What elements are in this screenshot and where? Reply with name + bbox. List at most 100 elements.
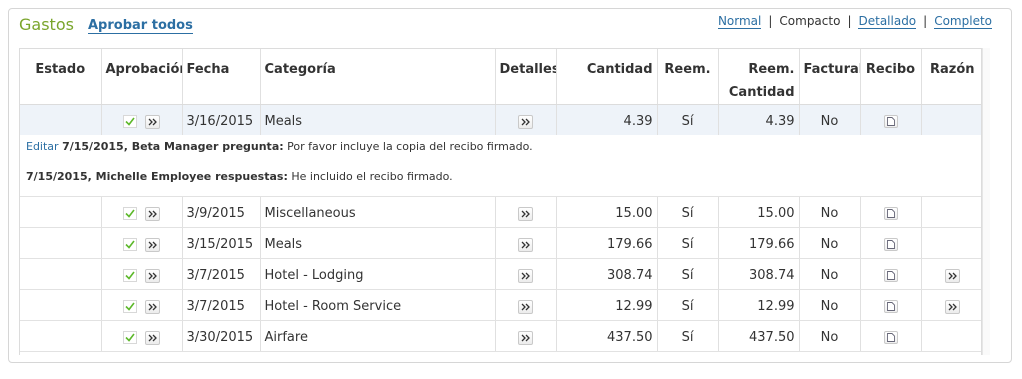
view-detailed-link[interactable]: Detallado bbox=[858, 14, 917, 29]
double-chevron-right-icon[interactable] bbox=[518, 114, 533, 129]
col-header-aprobacion[interactable]: Aprobación bbox=[101, 49, 183, 105]
cell-fecha: 3/30/2015 bbox=[182, 320, 261, 352]
double-chevron-right-icon[interactable] bbox=[145, 268, 160, 283]
check-icon[interactable] bbox=[123, 269, 137, 282]
cell-detalles bbox=[495, 196, 557, 228]
cell-reem: Sí bbox=[657, 320, 719, 352]
cell-recibo bbox=[860, 227, 922, 259]
document-icon[interactable] bbox=[883, 115, 898, 129]
double-chevron-right-icon[interactable] bbox=[518, 268, 533, 283]
col-header-razon[interactable]: Razón bbox=[921, 49, 981, 105]
cell-fecha: 3/7/2015 bbox=[182, 258, 261, 290]
vertical-scrollbar[interactable] bbox=[982, 48, 990, 355]
table-row[interactable]: 3/30/2015 Airfare 437.50 Sí 437.50 No bbox=[20, 320, 981, 352]
view-separator: | bbox=[847, 14, 852, 28]
comment-line: Editar 7/15/2015, Beta Manager pregunta:… bbox=[26, 140, 533, 153]
cell-estado bbox=[20, 196, 102, 228]
cell-cantidad: 179.66 bbox=[556, 227, 658, 259]
cell-cantidad: 437.50 bbox=[556, 320, 658, 352]
double-chevron-right-icon[interactable] bbox=[518, 299, 533, 314]
table-row[interactable]: 3/15/2015 Meals 179.66 Sí 179.66 No bbox=[20, 227, 981, 259]
table-row[interactable]: 3/16/2015 Meals 4.39 Sí 4.39 No bbox=[20, 104, 981, 135]
comment-author: 7/15/2015, Beta Manager pregunta: bbox=[62, 139, 284, 153]
cell-recibo bbox=[860, 320, 922, 352]
cell-razon bbox=[921, 289, 981, 321]
cell-reem-cantidad: 12.99 bbox=[718, 289, 800, 321]
view-normal-link[interactable]: Normal bbox=[717, 14, 762, 29]
cell-recibo bbox=[860, 289, 922, 321]
double-chevron-right-icon[interactable] bbox=[944, 299, 960, 314]
double-chevron-right-icon[interactable] bbox=[944, 268, 960, 283]
comment-text: He incluido el recibo firmado. bbox=[287, 169, 453, 183]
col-header-cantidad[interactable]: Cantidad bbox=[556, 49, 658, 105]
comment-thread: Editar 7/15/2015, Beta Manager pregunta:… bbox=[20, 135, 981, 196]
col-header-reem[interactable]: Reem. bbox=[657, 49, 719, 105]
approve-all-link[interactable]: Aprobar todos bbox=[88, 19, 193, 34]
cell-categoria: Meals bbox=[260, 227, 496, 259]
document-icon[interactable] bbox=[883, 207, 898, 220]
cell-razon bbox=[921, 227, 981, 259]
cell-reem: Sí bbox=[657, 258, 719, 290]
cell-estado bbox=[20, 104, 102, 135]
cell-estado bbox=[20, 258, 102, 290]
check-icon[interactable] bbox=[123, 331, 137, 344]
edit-comment-link[interactable]: Editar bbox=[26, 140, 59, 153]
col-header-categoria[interactable]: Categoría bbox=[260, 49, 496, 105]
col-header-reem-cantidad[interactable]: Reem. Cantidad bbox=[718, 49, 800, 105]
cell-reem-cantidad: 308.74 bbox=[718, 258, 800, 290]
cell-cantidad: 4.39 bbox=[556, 104, 658, 135]
cell-categoria: Meals bbox=[260, 104, 496, 135]
cell-recibo bbox=[860, 196, 922, 228]
double-chevron-right-icon[interactable] bbox=[145, 299, 160, 314]
check-icon[interactable] bbox=[123, 238, 137, 251]
cell-cantidad: 15.00 bbox=[556, 196, 658, 228]
cell-detalles bbox=[495, 289, 557, 321]
cell-facturable: No bbox=[799, 104, 861, 135]
table-row[interactable]: 3/7/2015 Hotel - Room Service 12.99 Sí 1… bbox=[20, 289, 981, 321]
cell-facturable: No bbox=[799, 320, 861, 352]
cell-reem: Sí bbox=[657, 289, 719, 321]
document-icon[interactable] bbox=[883, 331, 898, 344]
double-chevron-right-icon[interactable] bbox=[518, 237, 533, 252]
document-icon[interactable] bbox=[883, 300, 898, 313]
cell-estado bbox=[20, 289, 102, 321]
document-icon[interactable] bbox=[883, 269, 898, 282]
check-icon[interactable] bbox=[123, 300, 137, 313]
double-chevron-right-icon[interactable] bbox=[518, 206, 533, 221]
cell-reem: Sí bbox=[657, 196, 719, 228]
double-chevron-right-icon[interactable] bbox=[518, 330, 533, 345]
document-icon[interactable] bbox=[883, 238, 898, 251]
cell-facturable: No bbox=[799, 227, 861, 259]
col-header-reem-cantidad-line1: Reem. bbox=[748, 62, 795, 77]
cell-reem: Sí bbox=[657, 227, 719, 259]
col-header-facturable[interactable]: Facturab bbox=[799, 49, 861, 105]
view-complete-link[interactable]: Completo bbox=[934, 14, 992, 29]
cell-detalles bbox=[495, 258, 557, 290]
cell-fecha: 3/7/2015 bbox=[182, 289, 261, 321]
double-chevron-right-icon[interactable] bbox=[145, 206, 160, 221]
double-chevron-right-icon[interactable] bbox=[145, 237, 160, 252]
cell-categoria: Hotel - Room Service bbox=[260, 289, 496, 321]
cell-reem: Sí bbox=[657, 104, 719, 135]
col-header-recibo[interactable]: Recibo bbox=[860, 49, 922, 105]
check-icon[interactable] bbox=[123, 115, 137, 129]
check-icon[interactable] bbox=[123, 207, 137, 220]
cell-aprobacion bbox=[101, 104, 183, 135]
table-header-row: Estado Aprobación Fecha Categoría Detall… bbox=[20, 49, 981, 105]
view-mode-switcher: Normal | Compacto | Detallado | Completo bbox=[717, 14, 992, 29]
section-title: Gastos bbox=[19, 15, 74, 34]
cell-razon bbox=[921, 258, 981, 290]
col-header-detalles[interactable]: Detalles bbox=[495, 49, 557, 105]
col-header-estado[interactable]: Estado bbox=[20, 49, 102, 105]
table-row[interactable]: 3/9/2015 Miscellaneous 15.00 Sí 15.00 No bbox=[20, 196, 981, 228]
comment-line: 7/15/2015, Michelle Employee respuestas:… bbox=[26, 170, 453, 183]
col-header-fecha[interactable]: Fecha bbox=[182, 49, 261, 105]
double-chevron-right-icon[interactable] bbox=[145, 114, 160, 129]
cell-razon bbox=[921, 196, 981, 228]
expenses-table: Estado Aprobación Fecha Categoría Detall… bbox=[19, 48, 982, 355]
table-row[interactable]: 3/7/2015 Hotel - Lodging 308.74 Sí 308.7… bbox=[20, 258, 981, 290]
double-chevron-right-icon[interactable] bbox=[145, 330, 160, 345]
cell-reem-cantidad: 179.66 bbox=[718, 227, 800, 259]
comment-text: Por favor incluye la copia del recibo fi… bbox=[283, 139, 533, 153]
notes-cell: Editar 7/15/2015, Beta Manager pregunta:… bbox=[20, 134, 981, 197]
